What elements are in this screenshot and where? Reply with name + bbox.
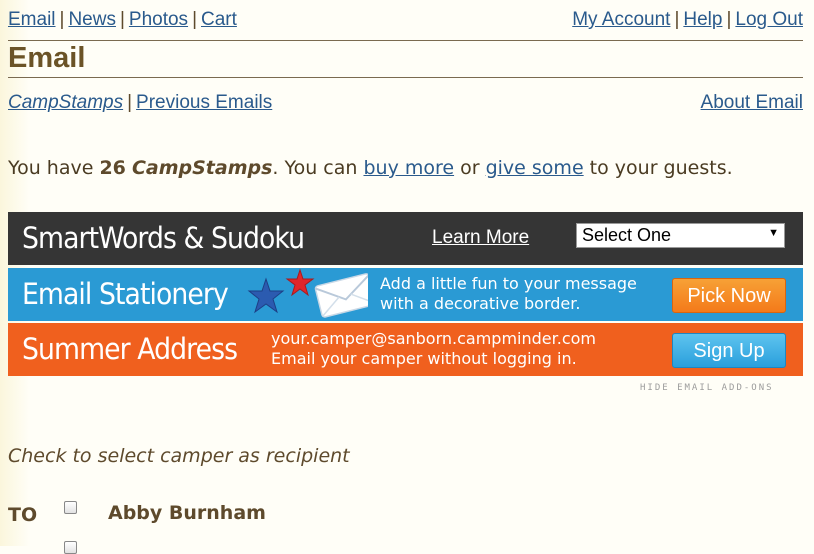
select-value: Select One	[582, 225, 672, 245]
dropdown-arrow-icon: ▼	[768, 227, 779, 239]
stars-envelope-icon	[247, 268, 368, 318]
nav-email-link[interactable]: Email	[8, 9, 56, 30]
page-title: Email	[8, 42, 86, 74]
nav-photos-link[interactable]: Photos	[129, 9, 188, 30]
title-divider-top	[8, 40, 803, 41]
smartwords-select[interactable]: Select One ▼	[576, 223, 785, 248]
subnav-separator: |	[127, 92, 133, 113]
stationery-line-2: with a decorative border.	[380, 294, 581, 313]
balance-suffix: to your guests.	[583, 157, 733, 179]
envelope-icon	[314, 273, 368, 318]
campstamps-name: CampStamps	[131, 157, 273, 179]
buy-more-link[interactable]: buy more	[363, 157, 454, 179]
smartwords-banner: SmartWords & Sudoku Learn More Select On…	[8, 212, 803, 265]
summer-address-line-2: Email your camper without logging in.	[271, 349, 577, 368]
nav-separator: |	[192, 9, 197, 30]
red-star-icon	[285, 268, 315, 297]
nav-news-link[interactable]: News	[68, 9, 116, 30]
summer-address-title: Summer Address	[22, 332, 238, 366]
nav-separator: |	[119, 9, 125, 30]
nav-help-link[interactable]: Help	[683, 9, 722, 30]
nav-separator: |	[59, 9, 65, 30]
smartwords-title: SmartWords & Sudoku	[22, 221, 305, 255]
email-subnav: CampStamps | Previous Emails About Email	[8, 92, 803, 118]
stationery-description: Add a little fun to your message with a …	[380, 274, 637, 314]
nav-separator: |	[726, 9, 732, 30]
learn-more-link[interactable]: Learn More	[432, 227, 529, 249]
balance-mid: . You can	[272, 157, 364, 179]
to-label: TO	[8, 504, 38, 526]
title-divider-bottom	[8, 77, 803, 78]
recipient-instruction: Check to select camper as recipient	[8, 445, 350, 467]
recipient-checkbox[interactable]	[64, 541, 77, 554]
nav-cart-link[interactable]: Cart	[201, 9, 237, 30]
blue-star-icon	[247, 277, 285, 314]
campstamps-link[interactable]: CampStamps	[8, 92, 123, 113]
stationery-title: Email Stationery	[22, 277, 229, 311]
summer-address-description: your.camper@sanborn.campminder.com Email…	[271, 329, 596, 369]
pick-now-button[interactable]: Pick Now	[672, 278, 786, 313]
top-navigation: Email | News | Photos | Cart My Account | Help | L…	[8, 9, 803, 35]
nav-separator: |	[674, 9, 680, 30]
give-some-link[interactable]: give some	[486, 157, 584, 179]
stationery-banner: Email Stationery Add a little fun to you…	[8, 268, 803, 321]
campstamps-count: 26	[99, 157, 126, 179]
camper-name: Abby Burnham	[108, 502, 266, 524]
balance-or: or	[454, 157, 486, 179]
sign-up-button[interactable]: Sign Up	[672, 333, 786, 368]
recipient-checkbox[interactable]	[64, 501, 77, 514]
campstamps-balance: You have 26 CampStamps. You can buy more…	[8, 157, 733, 179]
nav-my-account-link[interactable]: My Account	[572, 9, 670, 30]
camper-email-address: your.camper@sanborn.campminder.com	[271, 329, 596, 348]
stationery-line-1: Add a little fun to your message	[380, 274, 637, 293]
summer-address-banner: Summer Address your.camper@sanborn.campm…	[8, 323, 803, 376]
nav-log-out-link[interactable]: Log Out	[735, 9, 803, 30]
balance-prefix: You have	[8, 157, 100, 179]
about-email-link[interactable]: About Email	[701, 92, 803, 113]
previous-emails-link[interactable]: Previous Emails	[136, 92, 272, 113]
hide-email-addons-link[interactable]: HIDE EMAIL ADD-ONS	[640, 383, 774, 393]
